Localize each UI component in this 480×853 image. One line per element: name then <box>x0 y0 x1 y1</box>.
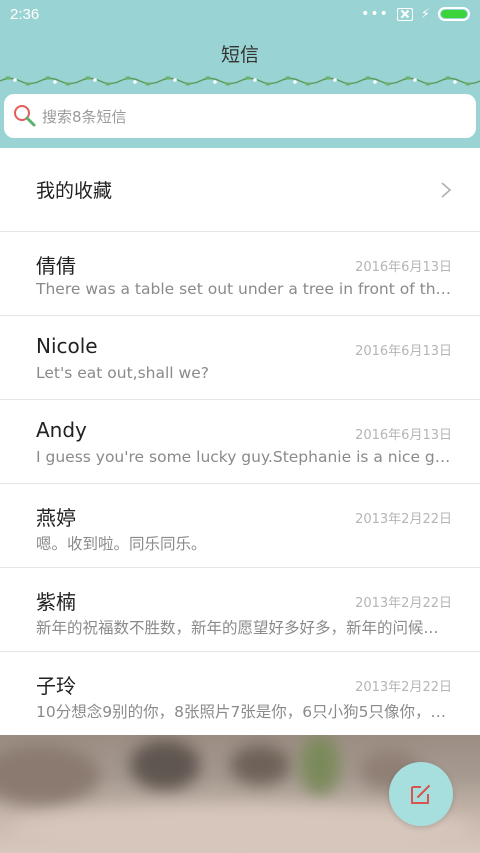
status-time: 2:36 <box>10 5 40 23</box>
conversation-row[interactable]: 子玲 2013年2月22日 10分想念9别的你，8张照片7张是你，6只小狗5只像… <box>0 652 480 735</box>
favorites-row[interactable]: 我的收藏 <box>0 148 480 232</box>
message-date: 2013年2月22日 <box>355 596 452 611</box>
conversation-row[interactable]: 紫楠 2013年2月22日 新年的祝福数不胜数，新年的愿望好多好多，新年的问候.… <box>0 568 480 652</box>
charging-icon: ⚡ <box>420 6 430 22</box>
message-date: 2016年6月13日 <box>355 344 452 359</box>
contact-name: Andy <box>36 418 87 442</box>
conversation-row[interactable]: 燕婷 2013年2月22日 嗯。收到啦。同乐同乐。 <box>0 484 480 568</box>
page-title: 短信 <box>220 44 259 66</box>
search-icon <box>14 105 36 127</box>
contact-name: 倩倩 <box>36 254 76 278</box>
message-date: 2013年2月22日 <box>355 680 452 695</box>
no-sim-icon <box>396 7 413 21</box>
message-preview: 新年的祝福数不胜数，新年的愿望好多好多，新年的问候... <box>36 619 439 637</box>
message-preview: I guess you're some lucky guy.Stephanie … <box>36 448 454 466</box>
message-date: 2016年6月13日 <box>355 260 452 275</box>
vine-decoration <box>0 76 480 86</box>
compose-button[interactable] <box>389 762 453 826</box>
favorites-label: 我的收藏 <box>36 180 113 202</box>
status-bar: 2:36 ••• ⚡ <box>0 0 480 28</box>
message-preview: 10分想念9别的你，8张照片7张是你，6只小狗5只像你，4... <box>36 703 454 721</box>
search-bar[interactable]: 搜索8条短信 <box>4 94 476 138</box>
message-preview: 嗯。收到啦。同乐同乐。 <box>36 535 207 553</box>
message-date: 2016年6月13日 <box>355 428 452 443</box>
battery-icon <box>438 7 470 21</box>
conversation-row[interactable]: 倩倩 2016年6月13日 There was a table set out … <box>0 232 480 316</box>
chevron-right-icon <box>441 181 452 198</box>
conversation-row[interactable]: Nicole 2016年6月13日 Let's eat out,shall we… <box>0 316 480 400</box>
contact-name: Nicole <box>36 334 98 358</box>
search-placeholder: 搜索8条短信 <box>42 107 127 126</box>
more-dots-icon: ••• <box>361 6 389 22</box>
message-preview: There was a table set out under a tree i… <box>36 280 454 298</box>
contact-name: 子玲 <box>36 674 76 698</box>
battery-fill <box>441 10 467 18</box>
contact-name: 紫楠 <box>36 590 76 614</box>
message-date: 2013年2月22日 <box>355 512 452 527</box>
contact-name: 燕婷 <box>36 506 76 530</box>
conversation-row[interactable]: Andy 2016年6月13日 I guess you're some luck… <box>0 400 480 484</box>
status-icons: ••• ⚡ <box>361 6 470 22</box>
conversation-list: 我的收藏 倩倩 2016年6月13日 There was a table set… <box>0 148 480 735</box>
header: 2:36 ••• ⚡ 短信 搜索8条短信 <box>0 0 480 148</box>
message-preview: Let's eat out,shall we? <box>36 364 209 382</box>
compose-icon <box>411 785 430 804</box>
